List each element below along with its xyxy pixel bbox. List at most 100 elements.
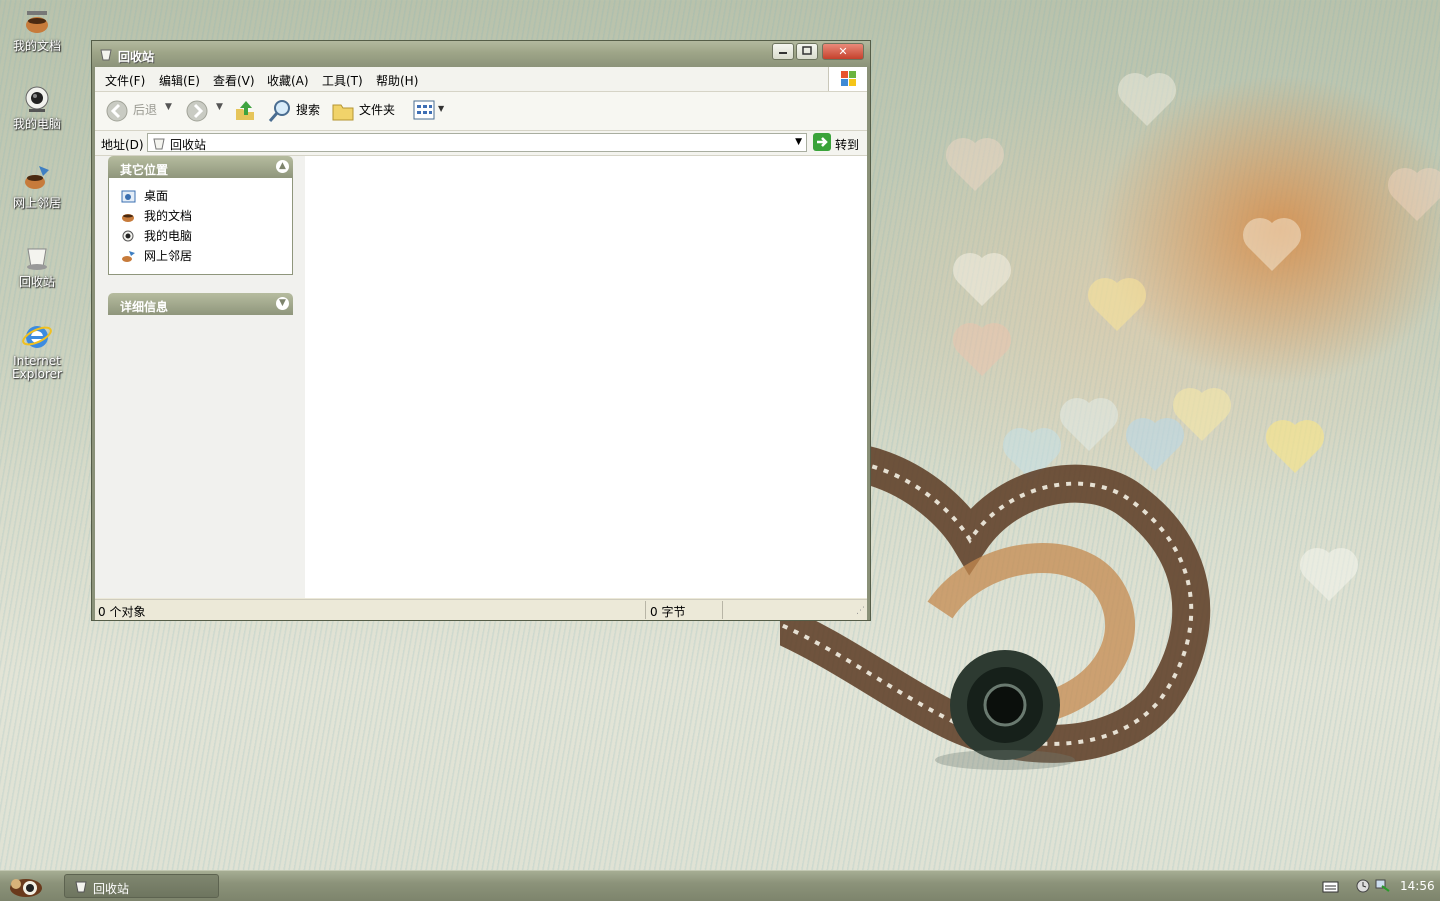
bokeh-heart [957, 327, 1007, 377]
menu-help[interactable]: 帮助(H) [376, 72, 418, 89]
desktop-icon-my-computer[interactable]: 我的电脑 [4, 83, 70, 131]
views-dropdown-icon[interactable]: ▼ [438, 104, 444, 113]
bokeh-heart [1392, 172, 1440, 222]
recycle-bin-icon [100, 49, 112, 61]
recycle-bin-icon [153, 138, 165, 150]
menu-bar: 文件(F) 编辑(E) 查看(V) 收藏(A) 工具(T) 帮助(H) [95, 67, 867, 92]
windows-flag-icon [841, 71, 856, 86]
forward-arrow-icon[interactable] [185, 99, 209, 123]
network-places-icon [122, 251, 135, 262]
system-tray: 14:56 [1316, 871, 1440, 901]
place-item-my-documents[interactable]: 我的文档 [121, 207, 192, 223]
details-title: 详细信息 [120, 300, 169, 314]
place-item-label: 桌面 [144, 189, 169, 203]
recycle-bin-window: 回收站 ✕ 文件(F) 编辑(E) 查看(V) 收藏(A) 工具(T) 帮助(H… [91, 40, 871, 621]
minimize-icon [779, 52, 787, 54]
my-documents-icon [26, 11, 48, 33]
bokeh-heart [1270, 424, 1320, 474]
keyboard-icon[interactable] [1322, 880, 1340, 894]
taskbar-button-label: 回收站 [93, 882, 130, 896]
place-item-label: 我的电脑 [144, 229, 193, 243]
file-list-area[interactable] [305, 156, 867, 598]
window-client-area: 文件(F) 编辑(E) 查看(V) 收藏(A) 工具(T) 帮助(H) 后退 ▼… [95, 67, 867, 620]
place-item-network-places[interactable]: 网上邻居 [121, 247, 192, 263]
search-button-label[interactable]: 搜索 [296, 101, 320, 118]
windows-logo [828, 67, 867, 91]
close-icon: ✕ [838, 45, 848, 58]
other-places-list: 桌面 我的文档 我的电脑 网上邻居 [108, 178, 293, 275]
place-item-label: 网上邻居 [144, 249, 193, 263]
folders-icon[interactable] [331, 99, 355, 123]
task-pane: 其它位置 ▲ 桌面 我的文档 我的电脑 网上邻居 详细信息 ▼ [95, 156, 305, 598]
internet-explorer-icon [22, 326, 52, 348]
desktop-icon-my-documents[interactable]: 我的文档 [4, 5, 70, 53]
resize-grip-icon[interactable]: ⋰ [856, 606, 865, 616]
desktop-icon-network-places[interactable]: 网上邻居 [4, 162, 70, 210]
address-dropdown-icon[interactable]: ▼ [795, 137, 802, 147]
bokeh-heart [1247, 222, 1297, 272]
clock-tray-icon[interactable] [1356, 879, 1370, 893]
status-bar: 0 个对象 0 字节 ⋰ [95, 599, 867, 620]
close-button[interactable]: ✕ [822, 43, 864, 60]
go-button[interactable]: 转到 [813, 133, 863, 153]
back-arrow-icon[interactable] [105, 99, 129, 123]
up-folder-icon[interactable] [233, 99, 257, 123]
menu-tools[interactable]: 工具(T) [322, 72, 363, 89]
status-size: 0 字节 [650, 605, 686, 619]
details-header[interactable]: 详细信息 ▼ [108, 293, 293, 315]
bokeh-heart [957, 257, 1007, 307]
window-title: 回收站 [118, 50, 155, 64]
menu-file[interactable]: 文件(F) [105, 72, 145, 89]
status-separator [722, 601, 723, 619]
desktop-icon-internet-explorer[interactable]: Internet Explorer [4, 320, 70, 381]
my-computer-icon [122, 230, 134, 242]
status-object-count: 0 个对象 [98, 605, 146, 619]
menu-view[interactable]: 查看(V) [213, 72, 255, 89]
place-item-label: 我的文档 [144, 209, 193, 223]
desktop-icon-label: 我的文档 [12, 39, 61, 53]
restore-button[interactable] [796, 43, 818, 60]
bokeh-heart [1092, 282, 1142, 332]
folders-button-label[interactable]: 文件夹 [359, 101, 395, 118]
restore-icon [802, 46, 812, 55]
address-bar: 地址(D) 回收站 ▼ 转到 [95, 131, 867, 156]
network-places-icon [25, 166, 49, 189]
go-arrow-icon [813, 133, 831, 151]
address-value: 回收站 [170, 138, 207, 152]
address-input[interactable]: 回收站 ▼ [147, 133, 807, 152]
other-places-header[interactable]: 其它位置 ▲ [108, 156, 293, 178]
bokeh-heart [1304, 552, 1354, 602]
recycle-bin-icon [75, 881, 87, 893]
place-item-my-computer[interactable]: 我的电脑 [121, 227, 192, 243]
desktop-icon-label: 回收站 [18, 275, 55, 289]
bokeh-heart [950, 142, 1000, 192]
my-documents-icon [122, 214, 134, 222]
back-dropdown-icon[interactable]: ▼ [165, 102, 172, 112]
go-button-label: 转到 [835, 138, 860, 152]
taskbar: 回收站 14:56 [0, 870, 1440, 901]
menu-edit[interactable]: 编辑(E) [159, 72, 200, 89]
my-computer-icon [25, 86, 49, 112]
other-places-title: 其它位置 [120, 163, 169, 177]
desktop-icon-label: 网上邻居 [12, 196, 61, 210]
minimize-button[interactable] [772, 43, 794, 60]
views-icon[interactable] [413, 100, 437, 122]
recycle-bin-icon [27, 248, 47, 270]
desktop-icon-recycle-bin[interactable]: 回收站 [4, 241, 70, 289]
taskbar-button-recycle-bin[interactable]: 回收站 [64, 874, 219, 898]
search-icon[interactable] [267, 99, 293, 123]
menu-favorites[interactable]: 收藏(A) [267, 72, 309, 89]
address-label: 地址(D) [101, 138, 144, 152]
title-bar[interactable]: 回收站 ✕ [92, 41, 870, 67]
bokeh-heart [1122, 77, 1172, 127]
clock[interactable]: 14:56 [1400, 879, 1435, 893]
standard-toolbar: 后退 ▼ ▼ 搜索 文件夹 ▼ [95, 92, 867, 131]
chevron-down-icon[interactable]: ▼ [276, 297, 289, 310]
start-button[interactable] [4, 873, 48, 899]
place-item-desktop[interactable]: 桌面 [121, 187, 168, 203]
forward-dropdown-icon[interactable]: ▼ [216, 102, 223, 112]
desktop-icon-label: 我的电脑 [12, 117, 61, 131]
network-tray-icon[interactable] [1374, 877, 1390, 893]
back-button-label[interactable]: 后退 [133, 101, 157, 118]
chevron-up-icon[interactable]: ▲ [276, 160, 289, 173]
